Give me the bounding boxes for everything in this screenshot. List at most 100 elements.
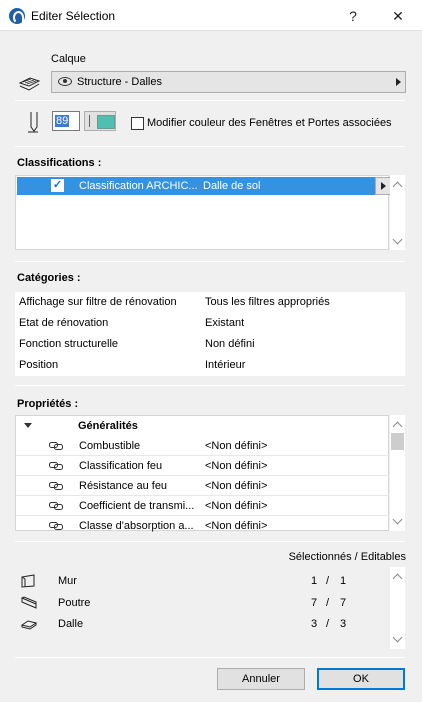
property-key: Classification feu [79, 460, 163, 472]
element-name: Mur [58, 575, 77, 587]
property-row[interactable]: Coefficient de transmi... <Non défini> [16, 496, 390, 516]
category-key: Position [19, 359, 59, 371]
categories-list: Affichage sur filtre de rénovation Tous … [15, 292, 405, 376]
link-icon [49, 502, 63, 510]
property-value: <Non défini> [205, 520, 268, 532]
count-separator: / [326, 597, 330, 609]
selected-count: 7 [311, 597, 318, 609]
property-value: <Non défini> [205, 460, 268, 472]
divider [15, 146, 405, 147]
classifications-list: ✓ Classification ARCHIC... Dalle de sol [15, 175, 391, 250]
scroll-down-icon[interactable] [392, 514, 403, 525]
category-value: Non défini [205, 338, 255, 350]
editable-count: 1 [340, 575, 347, 587]
property-row[interactable]: Classification feu <Non défini> [16, 456, 390, 476]
close-button[interactable]: ✕ [388, 6, 408, 26]
modify-color-checkbox[interactable] [131, 117, 144, 130]
divider [15, 657, 405, 658]
link-icon [49, 462, 63, 470]
archicad-app-icon [9, 8, 25, 24]
count-separator: / [326, 575, 330, 587]
property-key: Coefficient de transmi... [79, 500, 195, 512]
link-icon [49, 442, 63, 450]
selected-count: 1 [311, 575, 318, 587]
property-row[interactable]: Classe d'absorption a... <Non défini> [16, 516, 390, 536]
element-type-row[interactable]: Poutre 7 / 7 [15, 593, 389, 614]
expand-triangle-icon[interactable] [24, 423, 32, 428]
divider [15, 100, 405, 101]
pen-color-swatch[interactable] [84, 111, 116, 131]
element-type-row[interactable]: Dalle 3 / 3 [15, 614, 389, 635]
pen-icon [28, 112, 38, 133]
category-row[interactable]: Affichage sur filtre de rénovation Tous … [15, 292, 405, 313]
cancel-button[interactable]: Annuler [217, 668, 305, 690]
element-type-row[interactable]: Mur 1 / 1 [15, 571, 389, 592]
layer-label: Calque [51, 53, 86, 65]
pen-number-value: 89 [55, 115, 70, 127]
category-row[interactable]: Position Intérieur [15, 355, 405, 376]
modify-color-label: Modifier couleur des Fenêtres et Portes … [147, 117, 392, 129]
link-icon [49, 482, 63, 490]
category-key: Etat de rénovation [19, 317, 109, 329]
property-key: Combustible [79, 440, 141, 452]
classification-checkbox[interactable]: ✓ [51, 179, 64, 192]
classification-select-button[interactable] [375, 177, 391, 195]
window-title: Editer Sélection [31, 9, 116, 23]
property-row[interactable]: Résistance au feu <Non défini> [16, 476, 390, 496]
category-key: Fonction structurelle [19, 338, 119, 350]
scroll-down-icon[interactable] [392, 632, 403, 643]
classification-row[interactable]: ✓ Classification ARCHIC... Dalle de sol [17, 177, 391, 195]
element-name: Dalle [58, 618, 84, 630]
properties-list: Généralités Combustible <Non défini> Cla… [15, 415, 390, 532]
category-value: Tous les filtres appropriés [205, 296, 330, 308]
divider [15, 261, 405, 262]
property-row[interactable]: Combustible <Non défini> [16, 436, 390, 456]
selected-count: 3 [311, 618, 318, 630]
property-value: <Non défini> [205, 440, 268, 452]
element-types-list: Mur 1 / 1 Poutre 7 / 7 Dalle 3 / 3 [15, 567, 389, 649]
category-row[interactable]: Etat de rénovation Existant [15, 313, 405, 334]
properties-title: Propriétés : [17, 398, 79, 410]
title-bar: Editer Sélection ? ✕ [0, 0, 422, 31]
properties-group-label: Généralités [78, 420, 138, 432]
element-name: Poutre [58, 597, 91, 609]
property-key: Résistance au feu [79, 480, 168, 492]
properties-group-row[interactable]: Généralités [16, 416, 390, 436]
categories-title: Catégories : [17, 272, 81, 284]
scroll-down-icon[interactable] [392, 234, 403, 245]
divider [15, 541, 405, 542]
editable-count: 3 [340, 618, 347, 630]
category-row[interactable]: Fonction structurelle Non défini [15, 334, 405, 355]
scroll-up-icon[interactable] [392, 421, 403, 432]
pen-number-field[interactable]: 89 [52, 111, 80, 131]
ok-button[interactable]: OK [317, 668, 405, 690]
properties-scrollbar[interactable] [390, 415, 405, 531]
layer-value: Structure - Dalles [77, 76, 162, 88]
beam-icon [21, 596, 37, 609]
category-value: Intérieur [205, 359, 246, 371]
elements-scrollbar[interactable] [390, 567, 405, 649]
property-key: Classe d'absorption a... [79, 520, 194, 532]
layer-dropdown[interactable]: Structure - Dalles [51, 71, 406, 93]
category-value: Existant [205, 317, 245, 329]
property-value: <Non défini> [205, 500, 268, 512]
eye-icon [58, 77, 72, 86]
link-icon [49, 522, 63, 530]
classifications-scrollbar[interactable] [390, 175, 405, 250]
divider [15, 385, 405, 386]
selection-header: Sélectionnés / Editables [288, 551, 406, 563]
scroll-up-icon[interactable] [392, 573, 403, 584]
layers-icon [18, 77, 41, 91]
wall-icon [21, 574, 35, 588]
property-value: <Non défini> [205, 480, 268, 492]
slab-icon [20, 620, 38, 630]
classification-name: Classification ARCHIC... [79, 180, 198, 192]
category-key: Affichage sur filtre de rénovation [19, 296, 177, 308]
help-button[interactable]: ? [343, 6, 363, 26]
scroll-thumb[interactable] [391, 433, 404, 450]
dropdown-arrow-icon [396, 78, 401, 86]
classification-value: Dalle de sol [203, 180, 261, 192]
classifications-title: Classifications : [17, 157, 102, 169]
count-separator: / [326, 618, 330, 630]
scroll-up-icon[interactable] [392, 181, 403, 192]
